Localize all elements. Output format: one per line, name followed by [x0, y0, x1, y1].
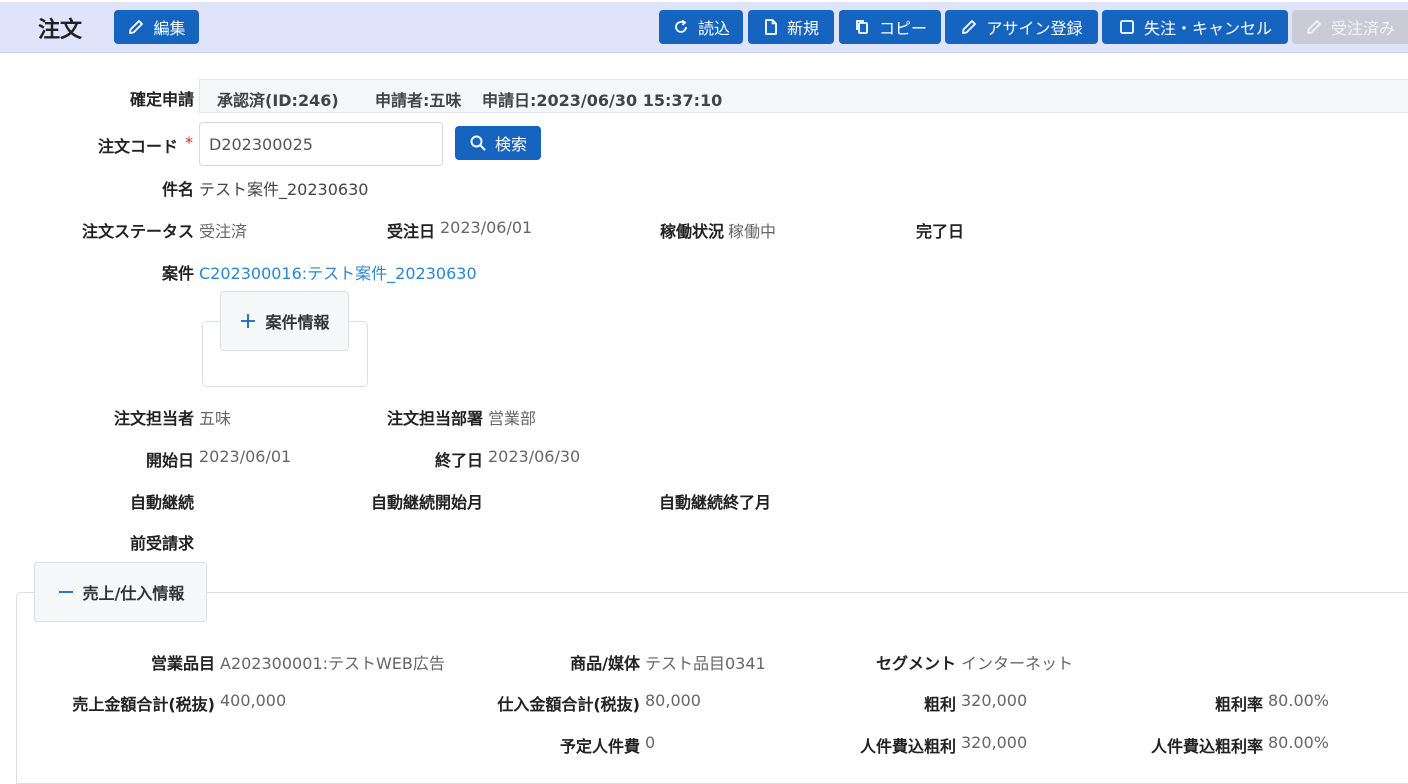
- purchase-total-label: 仕入金額合計(税抜): [497, 695, 640, 714]
- reload-button[interactable]: 読込: [659, 10, 743, 44]
- product-value: テスト品目0341: [645, 654, 766, 673]
- order-person-label: 注文担当者: [113, 409, 194, 428]
- plus-icon: [241, 314, 256, 328]
- project-label: 案件: [161, 264, 194, 283]
- copy-icon: [856, 20, 868, 34]
- new-button-label: 新規: [786, 19, 819, 38]
- approval-applicant: 申請者:五味: [375, 91, 462, 110]
- search-button-label: 検索: [494, 135, 527, 154]
- approval-label: 確定申請: [129, 90, 194, 109]
- minus-icon: [58, 591, 73, 593]
- approval-date: 申請日:2023/06/30 15:37:10: [482, 91, 723, 110]
- ordered-button-label: 受注済み: [1330, 19, 1395, 38]
- segment-value: インターネット: [961, 654, 1074, 673]
- pencil-icon: [129, 20, 144, 34]
- lost-cancel-button-label: 失注・キャンセル: [1143, 19, 1272, 38]
- sales-info-toggle[interactable]: 売上/仕入情報: [34, 562, 207, 622]
- auto-continue-end-label: 自動継続終了月: [658, 493, 771, 512]
- operation-status-value: 稼働中: [728, 222, 777, 241]
- page-title: 注文: [38, 18, 83, 43]
- sales-info-label: 売上/仕入情報: [82, 584, 185, 603]
- order-dept-value: 営業部: [488, 409, 537, 428]
- gross-profit-value: 320,000: [961, 691, 1028, 710]
- ordered-button[interactable]: 受注済み: [1292, 10, 1408, 44]
- order-status-value: 受注済: [199, 222, 248, 241]
- end-date-label: 終了日: [434, 451, 483, 470]
- edit-button-label: 編集: [153, 19, 186, 38]
- subject-value: テスト案件_20230630: [199, 180, 369, 199]
- order-code-label: 注文コード: [97, 137, 178, 156]
- gross-rate-value: 80.00%: [1268, 691, 1330, 710]
- approval-status-bar: 承認済(ID:246) 申請者:五味 申請日:2023/06/30 15:37:…: [199, 79, 1408, 113]
- search-icon: [470, 135, 486, 151]
- order-dept-label: 注文担当部署: [386, 409, 483, 428]
- purchase-total-value: 80,000: [645, 691, 701, 710]
- new-button[interactable]: 新規: [748, 10, 834, 44]
- page-header: 注文 編集 読込 新規 コピー アサイン登録 失注・キャンセル 受注済み: [0, 2, 1408, 53]
- reload-button-label: 読込: [697, 19, 730, 38]
- subject-label: 件名: [161, 180, 194, 199]
- pencil-icon: [1307, 20, 1321, 34]
- project-info-toggle[interactable]: 案件情報: [220, 291, 349, 351]
- planned-labor-value: 0: [645, 733, 656, 752]
- sales-item-label: 営業品目: [150, 654, 215, 673]
- edit-button[interactable]: 編集: [114, 10, 199, 44]
- order-date-label: 受注日: [386, 222, 435, 241]
- operation-status-label: 稼働状況: [659, 222, 724, 241]
- sales-total-label: 売上金額合計(税抜): [72, 695, 215, 714]
- order-code-input[interactable]: [199, 122, 443, 166]
- order-person-value: 五味: [199, 409, 232, 428]
- assign-register-button[interactable]: アサイン登録: [945, 10, 1098, 44]
- copy-button[interactable]: コピー: [839, 10, 941, 44]
- assign-register-button-label: アサイン登録: [986, 19, 1083, 38]
- order-date-value: 2023/06/01: [440, 218, 533, 237]
- file-icon: [765, 19, 777, 35]
- sales-total-value: 400,000: [220, 691, 287, 710]
- segment-label: セグメント: [875, 654, 956, 673]
- gross-with-labor-rate-label: 人件費込粗利率: [1150, 737, 1263, 756]
- gross-profit-label: 粗利: [923, 695, 956, 714]
- project-info-label: 案件情報: [265, 313, 330, 332]
- prebill-label: 前受請求: [129, 534, 194, 553]
- search-button[interactable]: 検索: [455, 126, 541, 160]
- start-date-value: 2023/06/01: [199, 447, 292, 466]
- gross-rate-label: 粗利率: [1214, 695, 1263, 714]
- refresh-icon: [675, 19, 687, 33]
- project-link[interactable]: C202300016:テスト案件_20230630: [199, 260, 477, 284]
- required-mark: *: [185, 133, 193, 152]
- pencil-icon: [962, 20, 977, 34]
- end-date-value: 2023/06/30: [488, 447, 581, 466]
- start-date-label: 開始日: [145, 451, 194, 470]
- order-status-label: 注文ステータス: [81, 222, 194, 241]
- complete-date-label: 完了日: [915, 222, 964, 241]
- checkbox-icon: [1120, 20, 1134, 34]
- lost-cancel-button[interactable]: 失注・キャンセル: [1102, 10, 1288, 44]
- auto-continue-label: 自動継続: [129, 493, 194, 512]
- approval-status: 承認済(ID:246): [217, 91, 339, 110]
- product-label: 商品/媒体: [570, 654, 640, 673]
- sales-item-value: A202300001:テストWEB広告: [220, 654, 445, 673]
- planned-labor-label: 予定人件費: [559, 737, 640, 756]
- gross-with-labor-label: 人件費込粗利: [859, 737, 956, 756]
- copy-button-label: コピー: [878, 19, 927, 38]
- gross-with-labor-value: 320,000: [961, 733, 1028, 752]
- gross-with-labor-rate-value: 80.00%: [1268, 733, 1330, 752]
- auto-continue-start-label: 自動継続開始月: [370, 493, 483, 512]
